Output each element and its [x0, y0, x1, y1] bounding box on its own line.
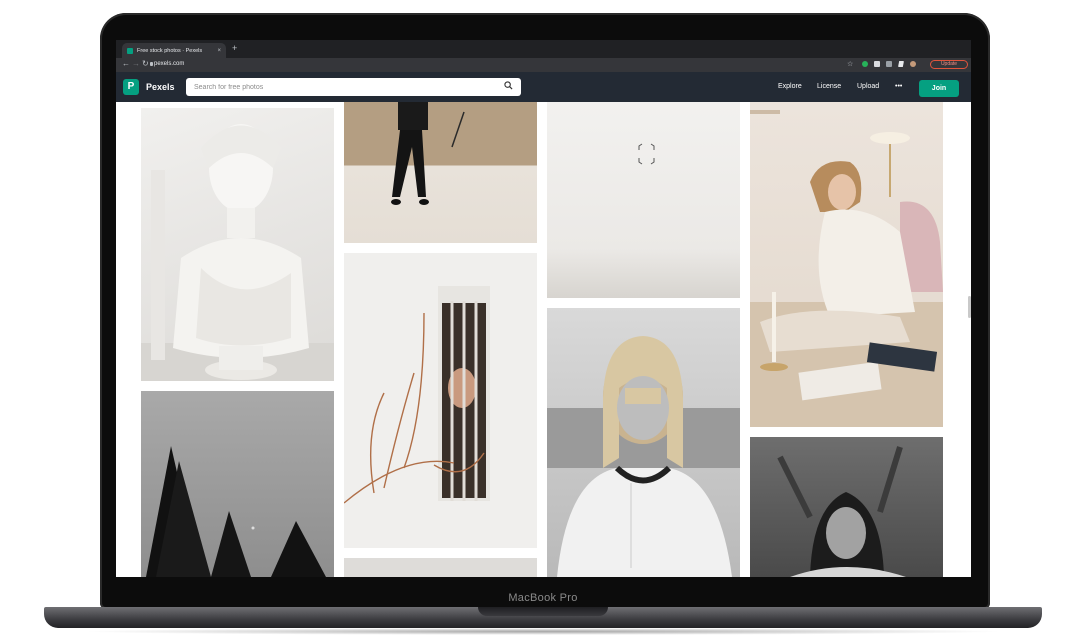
- screen: Free stock photos · Pexels × + ← → ↻ pex…: [116, 40, 971, 577]
- search-bar: [186, 78, 521, 96]
- reload-icon[interactable]: ↻: [142, 59, 149, 68]
- update-button[interactable]: Update: [930, 60, 968, 69]
- photo-minimal-room[interactable]: [547, 102, 740, 298]
- extensions-puzzle-icon[interactable]: [898, 61, 904, 67]
- search-icon[interactable]: [504, 81, 513, 92]
- photo-portrait-bangs[interactable]: [547, 308, 740, 577]
- photo-branches-bars[interactable]: [344, 253, 537, 548]
- profile-avatar-icon[interactable]: [910, 61, 916, 67]
- forward-arrow-icon[interactable]: →: [132, 59, 140, 68]
- pexels-favicon-icon: [127, 47, 133, 54]
- tab-title: Free stock photos · Pexels: [137, 47, 203, 54]
- back-arrow-icon[interactable]: ←: [122, 59, 130, 68]
- photo-woman-eyes-closed[interactable]: [750, 437, 943, 577]
- logo-text[interactable]: Pexels: [146, 82, 175, 92]
- pexels-logo-icon[interactable]: P: [123, 79, 139, 95]
- laptop-notch: [478, 607, 608, 616]
- site-header: P Pexels Explore License Upload ••• Join: [116, 72, 971, 102]
- nav-license[interactable]: License: [817, 83, 841, 90]
- browser-address-bar: ← → ↻ pexels.com ☆ Update: [116, 58, 971, 72]
- laptop-shadow: [80, 628, 1006, 635]
- bookmark-star-icon[interactable]: ☆: [847, 60, 853, 68]
- photo-grid: [116, 102, 971, 577]
- url-field[interactable]: pexels.com: [154, 61, 184, 67]
- nav-upload[interactable]: Upload: [857, 83, 879, 90]
- nav-explore[interactable]: Explore: [778, 83, 802, 90]
- browser-tab[interactable]: Free stock photos · Pexels ×: [122, 43, 226, 58]
- new-tab-icon[interactable]: +: [232, 43, 237, 53]
- search-input[interactable]: [186, 78, 494, 96]
- extension-square-icon[interactable]: [874, 61, 880, 67]
- photo-bust-sculpture[interactable]: [141, 108, 334, 381]
- more-menu-icon[interactable]: •••: [895, 83, 902, 90]
- join-button[interactable]: Join: [919, 80, 959, 97]
- device-model-label: MacBook Pro: [508, 592, 578, 604]
- photo-partial-bottom[interactable]: [344, 558, 537, 577]
- photo-standing-person[interactable]: [344, 102, 537, 243]
- photo-woman-sweater[interactable]: [750, 102, 943, 427]
- extension-green-icon[interactable]: [862, 61, 868, 67]
- photo-pine-trees[interactable]: [141, 391, 334, 577]
- lock-icon: [150, 62, 153, 66]
- scrollbar-thumb[interactable]: [968, 296, 971, 318]
- extension-grid-icon[interactable]: [886, 61, 892, 67]
- browser-tab-bar: Free stock photos · Pexels × +: [116, 40, 971, 58]
- tab-close-icon[interactable]: ×: [217, 48, 221, 54]
